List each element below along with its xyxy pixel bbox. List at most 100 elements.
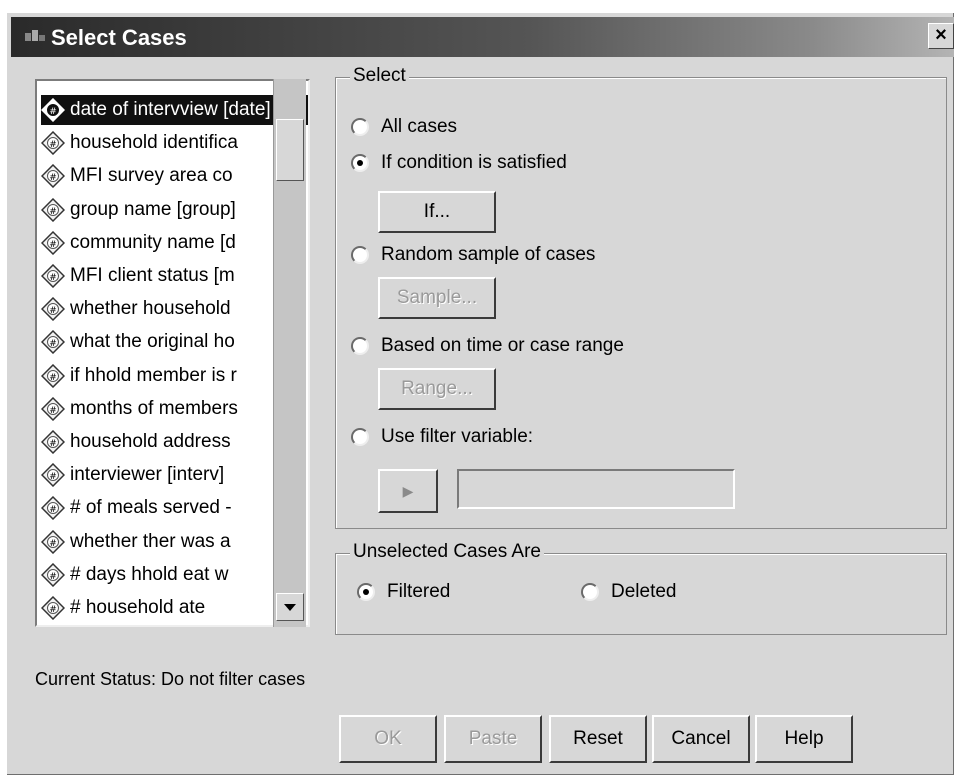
svg-text:#: # <box>49 472 57 482</box>
variable-list-item[interactable]: # whether household <box>41 294 308 324</box>
if-button[interactable]: If... <box>378 191 496 233</box>
unselected-cases-legend: Unselected Cases Are <box>350 541 544 563</box>
right-arrow-icon: ▶ <box>402 482 414 499</box>
variable-list-item[interactable]: # # days hhold eat w <box>41 560 308 590</box>
variable-label: MFI client status [m <box>70 265 235 286</box>
variable-list-scrollbar[interactable] <box>273 79 306 627</box>
filtered-label: Filtered <box>387 581 451 602</box>
variable-list-item[interactable]: # months of members <box>41 394 308 424</box>
svg-text:#: # <box>49 539 57 549</box>
select-cases-dialog: Select Cases × # date of intervview [date… <box>6 12 954 775</box>
numeric-variable-icon: # <box>41 463 65 488</box>
radio-circle-icon <box>351 337 369 355</box>
variable-list-item[interactable]: # date of intervview [date] <box>41 95 308 125</box>
variable-list-item[interactable]: # household identifica <box>41 128 308 158</box>
numeric-variable-icon: # <box>41 496 65 521</box>
svg-text:#: # <box>49 439 57 449</box>
variable-list-item[interactable]: # what the original ho <box>41 327 308 357</box>
variable-label: # household ate <box>70 597 206 618</box>
variable-list-item[interactable]: # MFI client status [m <box>41 261 308 291</box>
variable-list-item[interactable]: # # household ate <box>41 593 308 623</box>
numeric-variable-icon: # <box>41 430 65 454</box>
variable-list-item[interactable]: # if hhold member is r <box>41 361 308 391</box>
sample-button[interactable]: Sample... <box>378 277 496 319</box>
scrollbar-thumb[interactable] <box>276 119 304 181</box>
numeric-variable-icon: # <box>41 330 65 355</box>
numeric-variable-icon: # <box>41 164 65 189</box>
variable-list-item[interactable]: # whether ther was a <box>41 527 308 557</box>
filter-variable-label: Use filter variable: <box>381 426 534 447</box>
reset-button[interactable]: Reset <box>549 715 647 763</box>
radio-selected-icon <box>357 583 375 601</box>
variable-label: community name [d <box>70 231 236 253</box>
svg-text:#: # <box>49 240 57 250</box>
numeric-variable-icon: # <box>41 264 65 288</box>
radio-circle-icon <box>581 583 599 601</box>
radio-circle-icon <box>351 428 369 446</box>
svg-text:#: # <box>49 173 57 183</box>
filter-variable-field[interactable] <box>457 469 735 509</box>
paste-button[interactable]: Paste <box>444 715 542 763</box>
numeric-variable-icon: # <box>41 596 65 620</box>
variable-list-item[interactable]: # community name [d <box>41 228 308 258</box>
ok-button[interactable]: OK <box>339 715 437 763</box>
variable-label: if hhold member is r <box>70 364 237 386</box>
if-condition-label: If condition is satisfied <box>381 152 567 173</box>
all-cases-label: All cases <box>381 116 458 137</box>
deleted-radio[interactable]: Deleted <box>581 581 677 603</box>
filter-variable-radio[interactable]: Use filter variable: <box>351 426 533 448</box>
app-icon <box>25 30 45 41</box>
radio-selected-icon <box>351 154 369 172</box>
select-group-legend: Select <box>350 65 409 87</box>
svg-text:#: # <box>49 406 57 416</box>
numeric-variable-icon: # <box>41 197 65 222</box>
numeric-variable-icon: # <box>41 396 65 421</box>
variable-label: what the original ho <box>70 331 235 353</box>
variable-label: MFI survey area co <box>70 165 233 187</box>
variable-label: group name [group] <box>70 198 236 220</box>
svg-text:#: # <box>49 140 57 150</box>
help-button[interactable]: Help <box>755 715 853 763</box>
scroll-down-arrow-icon[interactable] <box>276 593 304 621</box>
variable-list[interactable]: # date of intervview [date] # household ide… <box>35 79 310 627</box>
time-range-radio[interactable]: Based on time or case range <box>351 335 624 357</box>
variable-label: whether household <box>70 298 231 320</box>
radio-circle-icon <box>351 118 369 136</box>
title-bar[interactable]: Select Cases × <box>11 17 954 57</box>
if-condition-radio[interactable]: If condition is satisfied <box>351 152 567 174</box>
numeric-variable-icon: # <box>41 529 65 554</box>
variable-label: household address <box>70 431 231 452</box>
range-button[interactable]: Range... <box>378 368 496 410</box>
variable-list-item[interactable]: # household address <box>41 427 308 457</box>
numeric-variable-icon: # <box>41 98 65 122</box>
variable-list-item[interactable]: # group name [group] <box>41 195 308 225</box>
variable-label: # days hhold eat w <box>70 563 229 585</box>
close-button[interactable]: × <box>928 23 954 49</box>
numeric-variable-icon: # <box>41 131 65 156</box>
variable-label: # of meals served - <box>70 497 232 519</box>
svg-text:#: # <box>49 605 57 615</box>
variable-list-item[interactable]: # MFI survey area co <box>41 161 308 191</box>
variable-label: date of intervview [date] <box>70 99 271 120</box>
svg-text:#: # <box>49 339 57 349</box>
svg-text:#: # <box>49 373 57 383</box>
window-title: Select Cases <box>51 25 187 50</box>
numeric-variable-icon: # <box>41 230 65 255</box>
numeric-variable-icon: # <box>41 297 65 322</box>
variable-list-item[interactable]: # interviewer [interv] <box>41 460 308 490</box>
deleted-label: Deleted <box>611 581 677 602</box>
variable-label: whether ther was a <box>70 530 231 552</box>
svg-text:#: # <box>49 207 57 217</box>
variable-list-item[interactable]: # # of meals served - <box>41 493 308 523</box>
svg-text:#: # <box>49 107 57 117</box>
move-variable-arrow-button[interactable]: ▶ <box>378 469 438 513</box>
numeric-variable-icon: # <box>41 363 65 388</box>
svg-text:#: # <box>49 572 57 582</box>
filtered-radio[interactable]: Filtered <box>357 581 450 603</box>
svg-text:#: # <box>49 306 57 316</box>
current-status: Current Status: Do not filter cases <box>35 669 306 689</box>
random-sample-radio[interactable]: Random sample of cases <box>351 244 595 266</box>
variable-label: interviewer [interv] <box>70 464 225 486</box>
cancel-button[interactable]: Cancel <box>652 715 750 763</box>
all-cases-radio[interactable]: All cases <box>351 116 457 138</box>
